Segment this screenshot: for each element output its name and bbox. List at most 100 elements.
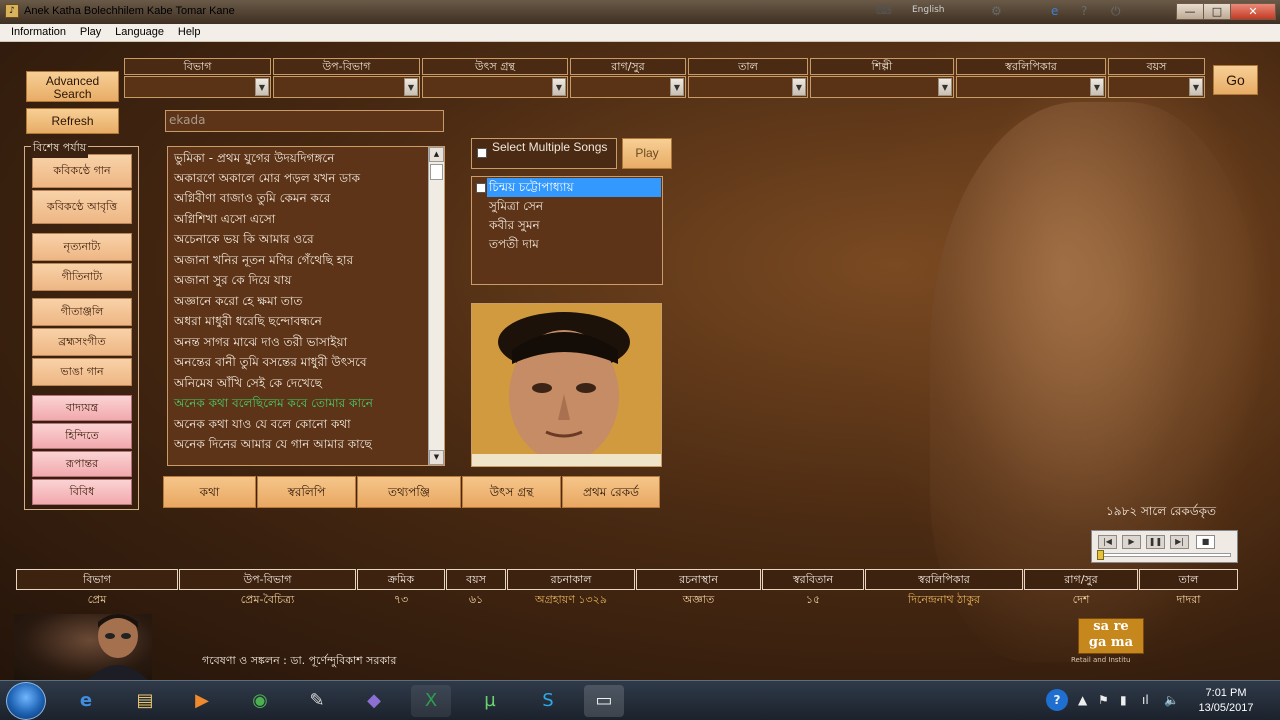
special-hindi-button[interactable]: হিন্দিতে <box>32 423 132 449</box>
list-item[interactable]: অনন্তের বানী তুমি বসন্তের মাধুরী উৎসবে <box>174 354 367 374</box>
refresh-button[interactable]: Refresh <box>26 108 119 134</box>
special-poet-voice-songs-button[interactable]: কবিকণ্ঠে গান <box>32 154 132 188</box>
power-icon[interactable]: ⏻ <box>1111 4 1121 19</box>
special-poet-voice-recitation-button[interactable]: কবিকণ্ঠে আবৃত্তি <box>32 190 132 224</box>
battery-icon[interactable]: ▮ <box>1120 693 1127 707</box>
list-item[interactable]: অগ্নিশিখা এসো এসো <box>174 211 275 231</box>
menu-information[interactable]: Information <box>6 24 71 40</box>
chevron-down-icon[interactable]: ▼ <box>792 78 806 96</box>
prev-icon[interactable]: |◀ <box>1098 535 1117 549</box>
keyboard-icon[interactable]: ⌨ <box>876 4 892 17</box>
chevron-down-icon[interactable]: ▼ <box>938 78 952 96</box>
list-item[interactable]: অজ্ঞানে করো হে ক্ষমা তাত <box>174 293 302 313</box>
special-dance-drama-button[interactable]: নৃত্যনাট্য <box>32 233 132 261</box>
list-item-selected[interactable]: অনেক কথা বলেছিলেম কবে তোমার কানে <box>174 395 373 415</box>
list-item[interactable]: অনিমেষ আঁখি সেই কে দেখেছে <box>174 375 322 395</box>
seek-bar[interactable] <box>1098 553 1231 557</box>
tab-source[interactable]: উৎস গ্রন্থ <box>462 476 561 508</box>
tab-info[interactable]: তথ্যপঞ্জি <box>357 476 461 508</box>
filter-source-select[interactable]: ▼ <box>422 76 568 98</box>
filter-raga-select[interactable]: ▼ <box>570 76 686 98</box>
special-gitanjali-button[interactable]: গীতাঞ্জলি <box>32 298 132 326</box>
help-icon[interactable]: ? <box>1081 4 1087 18</box>
utorrent-icon[interactable]: µ <box>470 685 510 717</box>
next-icon[interactable]: ▶| <box>1170 535 1189 549</box>
audio-player[interactable]: |◀ ▶ ❚❚ ▶| ■ <box>1091 530 1238 563</box>
play-button[interactable]: Play <box>622 138 672 169</box>
special-musical-drama-button[interactable]: গীতিনাট্য <box>32 263 132 291</box>
network-icon[interactable]: ıl <box>1142 693 1149 707</box>
ie-icon[interactable]: e <box>66 685 106 717</box>
explorer-icon[interactable]: ▤ <box>125 685 165 717</box>
artist-item[interactable]: সুমিত্রা সেন <box>487 197 543 216</box>
tab-notation[interactable]: স্বরলিপি <box>257 476 356 508</box>
chevron-down-icon[interactable]: ▼ <box>552 78 566 96</box>
pause-icon[interactable]: ❚❚ <box>1146 535 1165 549</box>
vs-icon[interactable]: ◆ <box>354 685 394 717</box>
scroll-thumb[interactable] <box>430 164 443 180</box>
artist-item[interactable]: তপতী দাম <box>487 235 539 254</box>
special-instrumental-button[interactable]: বাদ্যযন্ত্র <box>32 395 132 421</box>
list-item[interactable]: অচেনাকে ভয় কি আমার ওরে <box>174 231 314 251</box>
close-button[interactable]: ✕ <box>1230 3 1276 20</box>
detail-value[interactable]: দিনেন্দ্রনাথ ঠাকুর <box>865 591 1023 609</box>
chevron-down-icon[interactable]: ▼ <box>670 78 684 96</box>
select-multiple-songs[interactable]: Select Multiple Songs <box>471 138 617 169</box>
excel-icon[interactable]: X <box>411 685 451 717</box>
chevron-down-icon[interactable]: ▼ <box>1189 78 1203 96</box>
list-item[interactable]: অনেক দিনের আমার যে গান আমার কাছে <box>174 436 372 456</box>
chrome-icon[interactable]: ◉ <box>240 685 280 717</box>
volume-icon[interactable]: 🔈 <box>1164 693 1179 707</box>
list-item[interactable]: অনেক কথা যাও যে বলে কোনো কথা <box>174 416 351 436</box>
maximize-button[interactable]: □ <box>1203 3 1231 20</box>
list-item[interactable]: অকারণে অকালে মোর পড়ল যখন ডাক <box>174 170 360 190</box>
paint-icon[interactable]: ✎ <box>297 685 337 717</box>
special-misc-button[interactable]: বিবিধ <box>32 479 132 505</box>
minimize-button[interactable]: — <box>1176 3 1204 20</box>
scroll-down-icon[interactable]: ▼ <box>429 450 444 465</box>
special-bhanga-gaan-button[interactable]: ভাঙা গান <box>32 358 132 386</box>
artist-list[interactable]: চিন্ময় চট্টোপাধ্যায় সুমিত্রা সেন কবীর … <box>471 176 663 285</box>
help-tray-icon[interactable]: ? <box>1046 689 1068 711</box>
artist-item[interactable]: কবীর সুমন <box>487 216 540 235</box>
special-brahmasangeet-button[interactable]: ব্রহ্মসংগীত <box>32 328 132 356</box>
play-icon[interactable]: ▶ <box>1122 535 1141 549</box>
settings-icon[interactable]: ⚙ <box>991 4 1002 18</box>
filter-notation-select[interactable]: ▼ <box>956 76 1106 98</box>
skype-icon[interactable]: S <box>528 685 568 717</box>
filter-age-select[interactable]: ▼ <box>1108 76 1205 98</box>
seek-handle[interactable] <box>1097 550 1104 560</box>
search-input[interactable]: ekada <box>165 110 444 132</box>
artist-checkbox[interactable] <box>476 183 486 193</box>
list-item[interactable]: অধরা মাধুরী ধরেছি ছন্দোবন্ধনে <box>174 313 322 333</box>
tab-first-record[interactable]: প্রথম রেকর্ড <box>562 476 660 508</box>
chevron-down-icon[interactable]: ▼ <box>255 78 269 96</box>
list-item[interactable]: অজানা সুর কে দিয়ে যায় <box>174 272 291 292</box>
menu-play[interactable]: Play <box>75 24 106 40</box>
tray-arrow-icon[interactable]: ▲ <box>1078 693 1087 707</box>
menu-language[interactable]: Language <box>110 24 169 40</box>
menu-help[interactable]: Help <box>173 24 206 40</box>
filter-category-select[interactable]: ▼ <box>124 76 271 98</box>
special-adaptation-button[interactable]: রূপান্তর <box>32 451 132 477</box>
browser-icon[interactable]: e <box>1051 4 1058 18</box>
scroll-up-icon[interactable]: ▲ <box>429 147 444 162</box>
tab-lyrics[interactable]: কথা <box>163 476 256 508</box>
flag-icon[interactable]: ⚑ <box>1098 693 1109 707</box>
chevron-down-icon[interactable]: ▼ <box>404 78 418 96</box>
detail-value[interactable]: অগ্রহায়ণ ১৩২৯ <box>507 591 635 609</box>
song-list[interactable]: ভুমিকা - প্রথম যুগের উদয়দিগঙ্গনে অকারণে… <box>167 146 445 466</box>
advanced-search-button[interactable]: Advanced Search <box>26 71 119 102</box>
song-list-scrollbar[interactable]: ▲ ▼ <box>428 147 444 465</box>
artist-item-selected[interactable]: চিন্ময় চট্টোপাধ্যায় <box>487 178 661 197</box>
language-indicator[interactable]: English <box>912 5 945 15</box>
list-item[interactable]: অগ্নিবীণা বাজাও তুমি কেমন করে <box>174 190 330 210</box>
media-player-icon[interactable]: ▶ <box>182 685 222 717</box>
list-item[interactable]: অজানা খনির নূতন মণির গেঁথেছি হার <box>174 252 353 272</box>
filter-artist-select[interactable]: ▼ <box>810 76 954 98</box>
filter-subcategory-select[interactable]: ▼ <box>273 76 420 98</box>
list-item[interactable]: অনন্ত সাগর মাঝে দাও তরী ভাসাইয়া <box>174 334 347 354</box>
go-button[interactable]: Go <box>1213 65 1258 95</box>
chevron-down-icon[interactable]: ▼ <box>1090 78 1104 96</box>
start-button[interactable] <box>6 682 46 720</box>
